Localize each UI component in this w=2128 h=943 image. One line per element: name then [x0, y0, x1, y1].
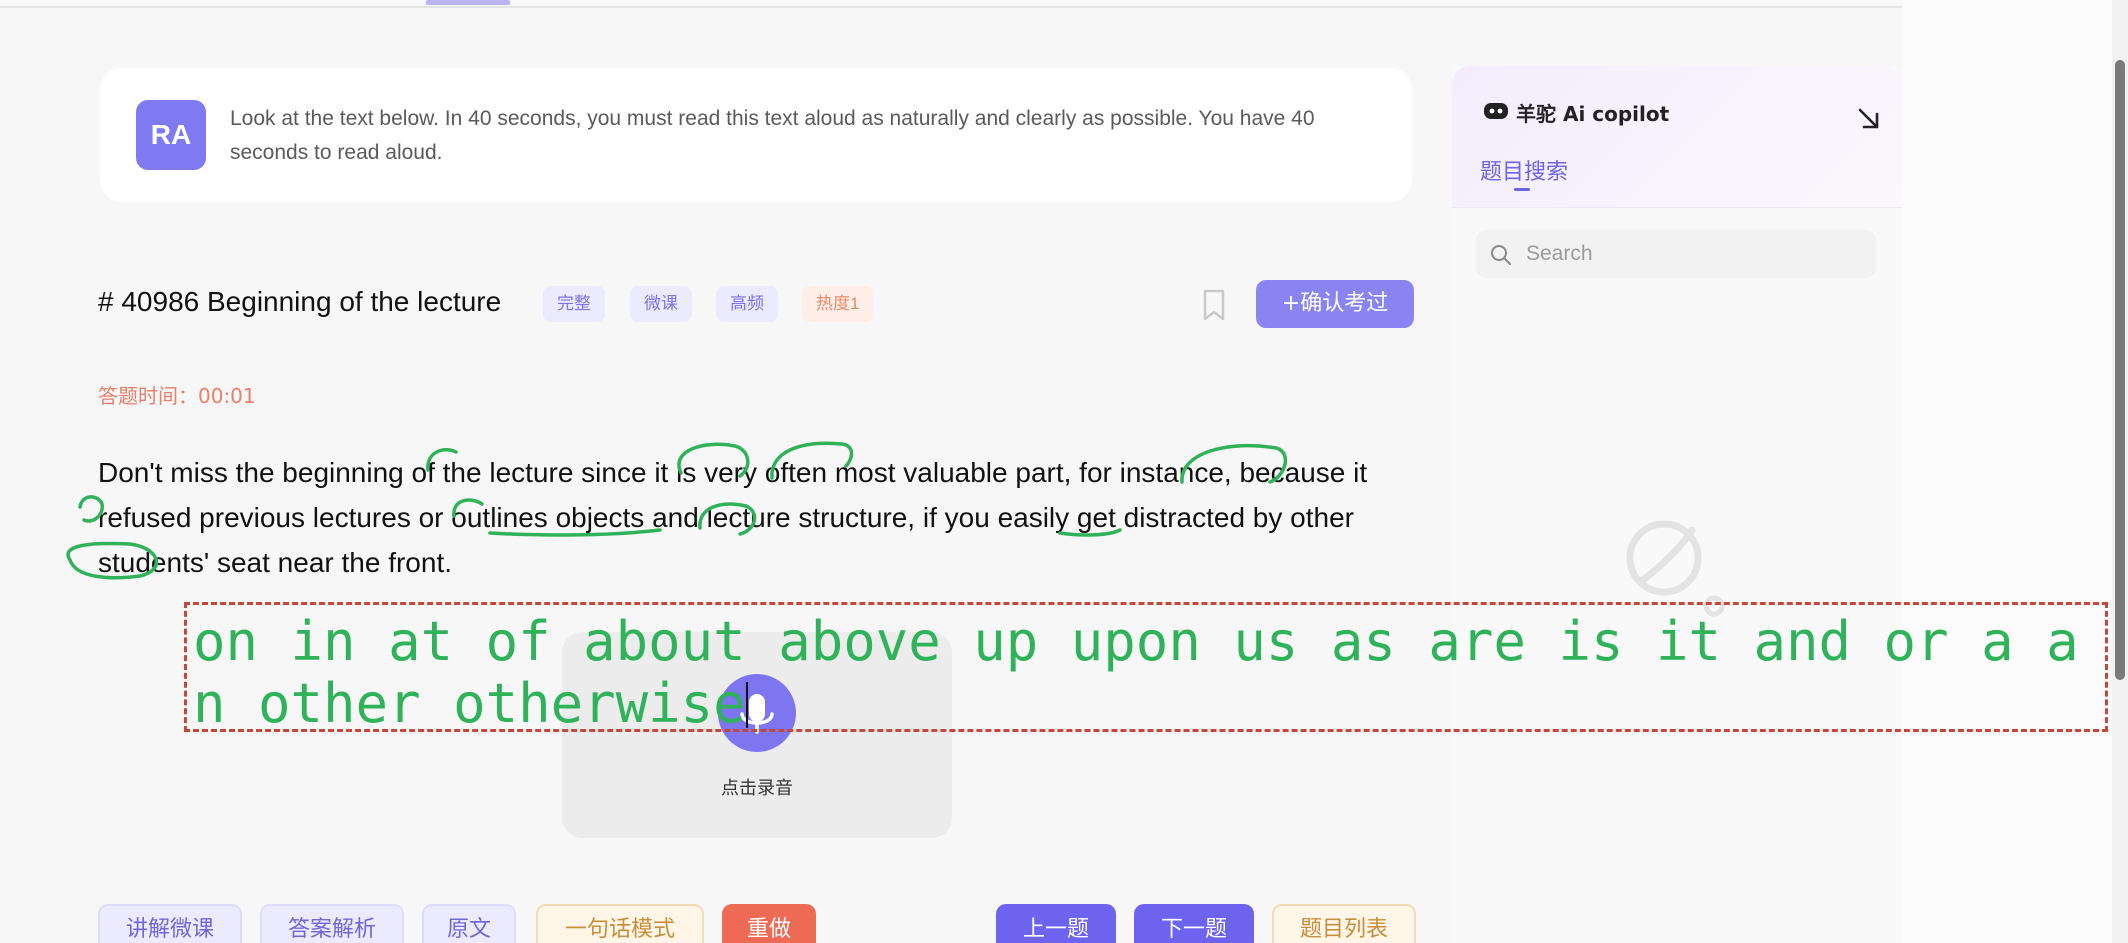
previous-question-button[interactable]: 上一题	[996, 904, 1116, 943]
original-text-button[interactable]: 原文	[422, 904, 516, 943]
tag-high-frequency: 高频	[716, 286, 778, 322]
bookmark-icon[interactable]	[1198, 288, 1230, 322]
tab-question-search[interactable]: 题目搜索	[1480, 154, 1568, 186]
reading-passage: Don't miss the beginning of the lecture …	[98, 457, 1368, 578]
answer-analysis-button[interactable]: 答案解析	[260, 904, 404, 943]
scrollbar-thumb[interactable]	[2115, 60, 2125, 680]
instruction-text: Look at the text below. In 40 seconds, y…	[230, 107, 1315, 164]
function-words-overlay: on in at of about above up upon us as ar…	[184, 602, 2108, 732]
tag-complete: 完整	[543, 286, 605, 322]
text-cursor	[745, 682, 748, 728]
tab-active-underline	[1514, 188, 1530, 191]
tag-heat: 热度1	[802, 286, 874, 322]
active-tab-indicator	[426, 0, 510, 5]
instruction-card: RA Look at the text below. In 40 seconds…	[100, 68, 1412, 202]
answer-timer: 答题时间：00:01	[98, 384, 256, 408]
panel-gutter	[1902, 0, 2112, 943]
tag-micro-lesson: 微课	[630, 286, 692, 322]
search-icon	[1491, 245, 1511, 265]
confirm-taken-button[interactable]: +确认考过	[1256, 280, 1414, 328]
copilot-panel: 羊驼 Ai copilot 题目搜索	[1452, 66, 1902, 943]
redo-button[interactable]: 重做	[722, 904, 816, 943]
question-list-button[interactable]: 题目列表	[1272, 904, 1416, 943]
copilot-title: 羊驼 Ai copilot	[1516, 102, 1670, 126]
search-box	[1476, 230, 1876, 278]
function-words-text: on in at of about above up upon us as ar…	[193, 610, 2079, 732]
top-divider	[0, 6, 1910, 8]
record-label: 点击录音	[721, 778, 793, 799]
next-question-button[interactable]: 下一题	[1134, 904, 1254, 943]
copilot-header: 羊驼 Ai copilot 题目搜索	[1452, 66, 1902, 208]
task-type-badge: RA	[136, 100, 206, 170]
sentence-mode-button[interactable]: 一句话模式	[536, 904, 704, 943]
micro-lesson-button[interactable]: 讲解微课	[98, 904, 242, 943]
robot-icon	[1484, 103, 1508, 119]
question-title: # 40986 Beginning of the lecture	[98, 286, 502, 317]
search-input[interactable]	[1526, 230, 1856, 278]
arrow-down-right-icon[interactable]	[1856, 106, 1882, 132]
